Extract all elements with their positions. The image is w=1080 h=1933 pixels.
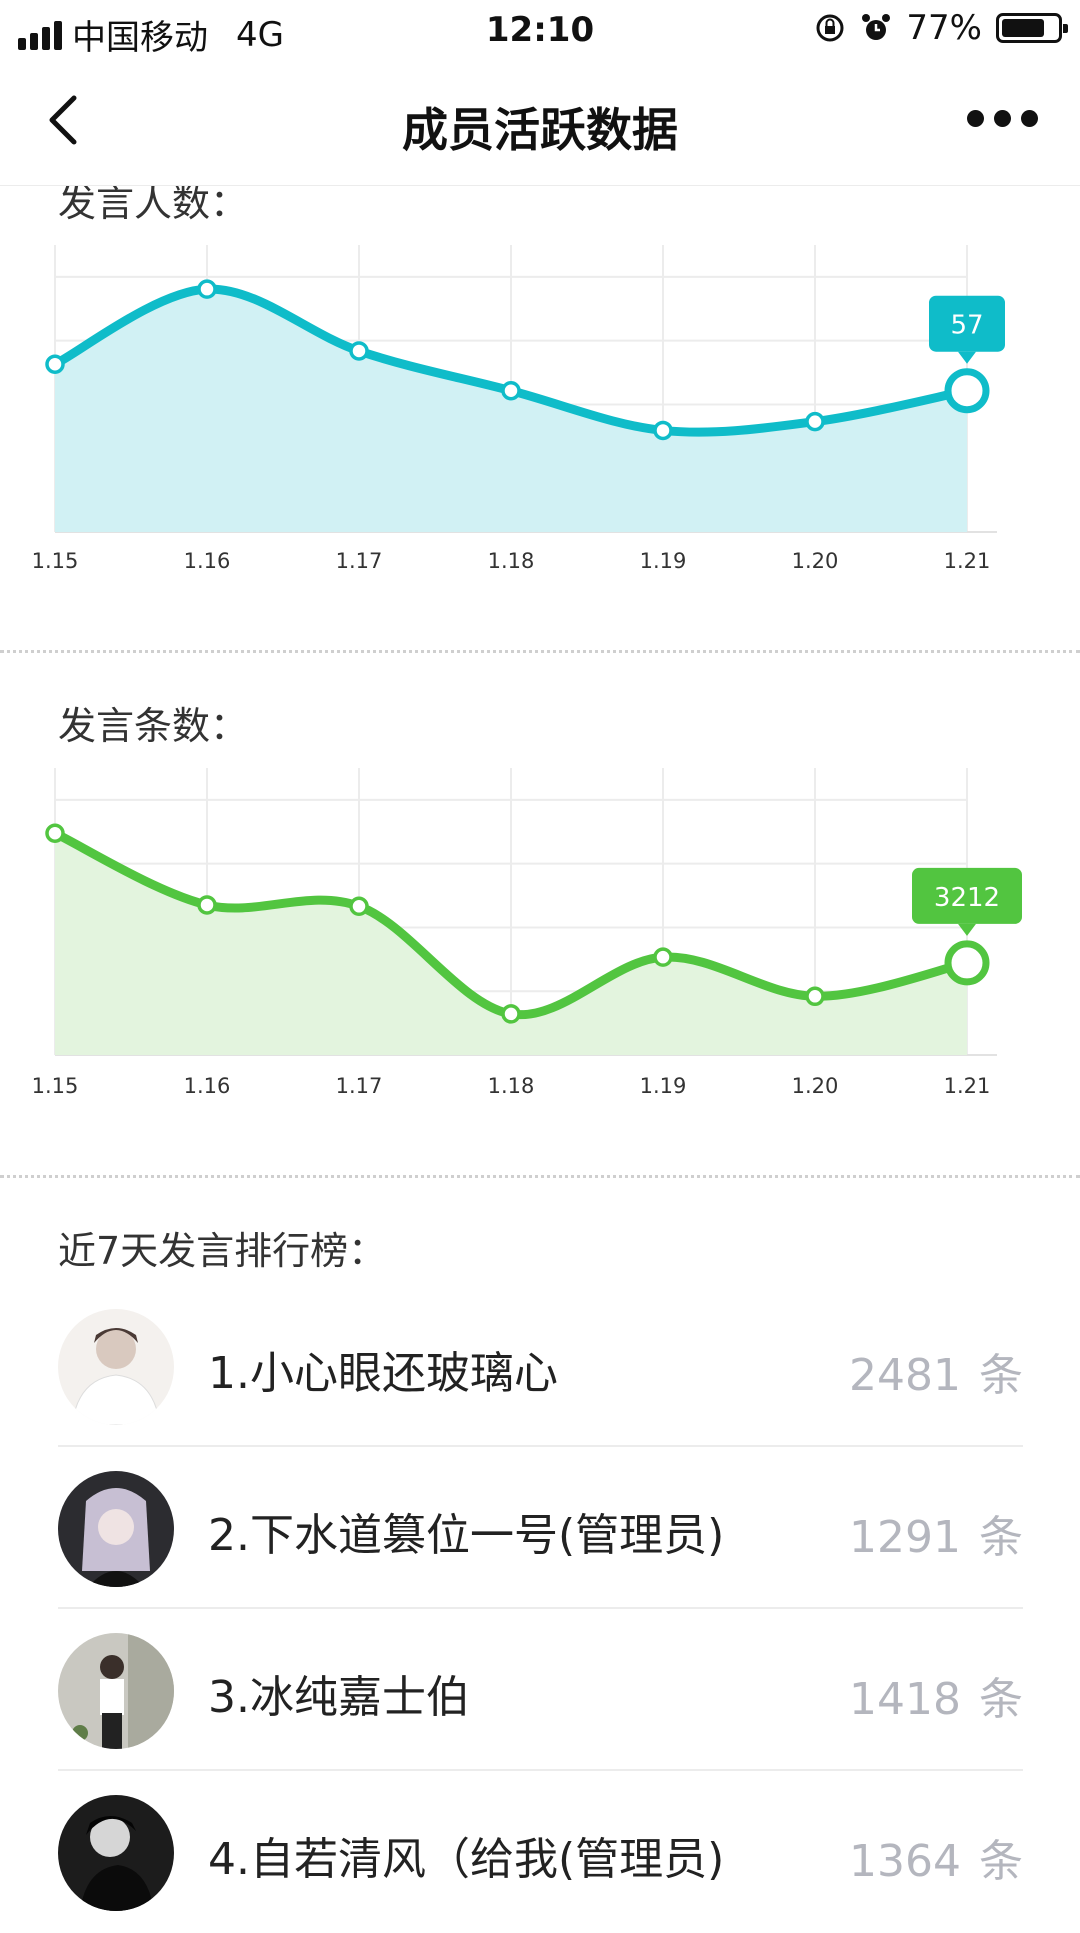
data-point	[197, 895, 217, 915]
avatar	[58, 1795, 174, 1911]
more-dots-icon[interactable]	[967, 110, 1038, 127]
x-tick-label: 1.16	[184, 1074, 231, 1098]
member-name: 3.冰纯嘉士伯	[208, 1672, 470, 1723]
data-point	[45, 823, 65, 843]
data-point	[944, 940, 990, 986]
ranking-title: 近7天发言排行榜：	[58, 1229, 387, 1273]
list-item[interactable]: 2.下水道篡位一号(管理员) 1291 条	[58, 1449, 1023, 1609]
tooltip-arrow	[958, 923, 976, 936]
member-name: 1.小心眼还玻璃心	[208, 1348, 558, 1399]
x-tick-label: 1.17	[336, 1074, 383, 1098]
section-divider	[0, 1175, 1080, 1178]
data-point	[805, 986, 825, 1007]
x-tick-label: 1.21	[944, 1074, 991, 1098]
member-name: 4.自若清风（给我(管理员)	[208, 1834, 725, 1885]
message-count: 1364 条	[849, 1836, 1023, 1887]
tooltip-label: 3212	[934, 883, 1000, 913]
avatar	[58, 1633, 174, 1749]
list-item[interactable]: 3.冰纯嘉士伯 1418 条	[58, 1611, 1023, 1771]
avatar	[58, 1471, 174, 1587]
data-point	[653, 947, 673, 967]
member-name: 2.下水道篡位一号(管理员)	[208, 1510, 725, 1561]
list-item[interactable]: 1.小心眼还玻璃心 2481 条	[58, 1287, 1023, 1447]
message-count: 2481 条	[849, 1350, 1023, 1401]
data-point	[501, 1004, 521, 1024]
x-tick-label: 1.19	[640, 1074, 687, 1098]
message-count: 1418 条	[849, 1674, 1023, 1725]
x-tick-label: 1.15	[32, 1074, 79, 1098]
avatar	[58, 1309, 174, 1425]
x-tick-label: 1.18	[488, 1074, 535, 1098]
page-title: 成员活跃数据	[402, 103, 678, 157]
message-count: 1291 条	[849, 1512, 1023, 1563]
x-tick-label: 1.20	[792, 1074, 839, 1098]
data-point	[349, 896, 369, 917]
list-item[interactable]: 4.自若清风（给我(管理员) 1364 条	[58, 1773, 1023, 1933]
nav-bar: 成员活跃数据	[0, 60, 1080, 186]
